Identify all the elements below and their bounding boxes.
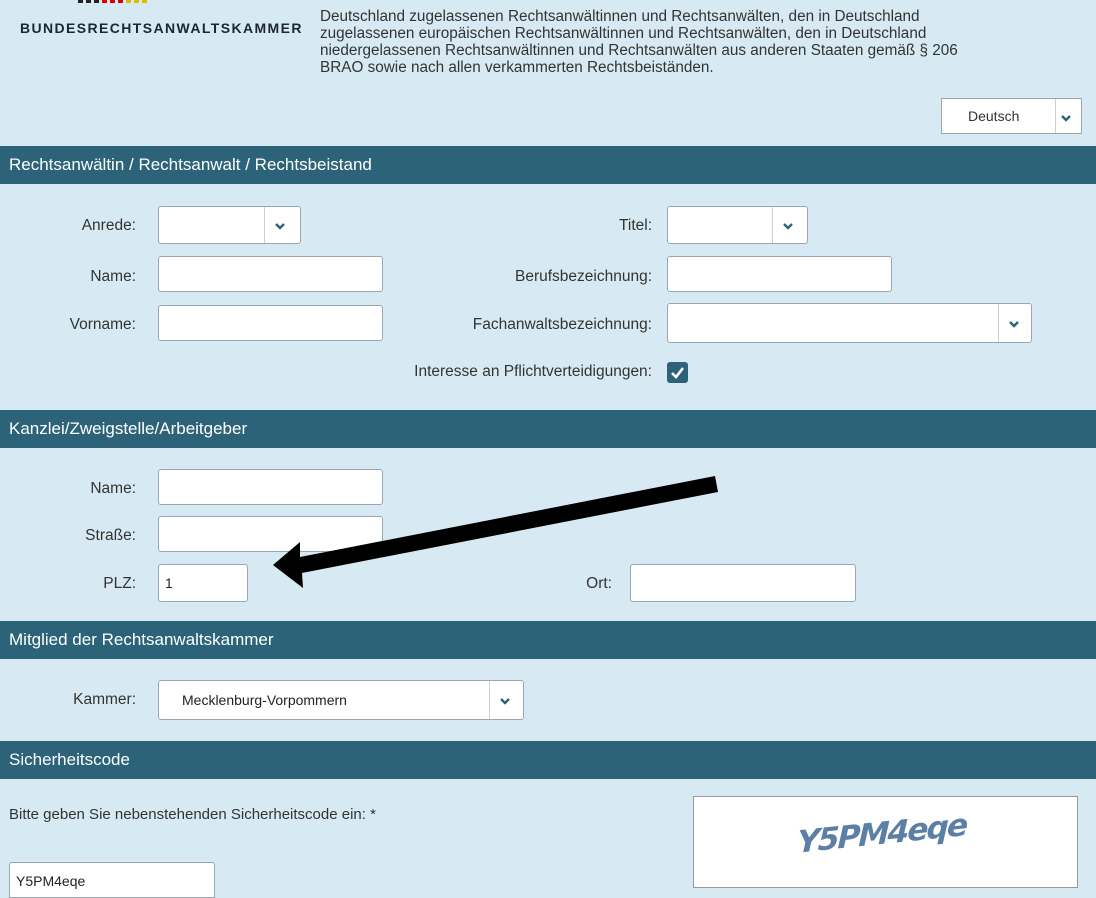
vorname-label: Vorname: — [69, 316, 136, 333]
language-value: Deutsch — [968, 108, 1020, 124]
logo-flag-stripes — [78, 0, 168, 6]
plz-field[interactable]: 1 — [158, 564, 248, 602]
section-header-office: Kanzlei/Zweigstelle/Arbeitgeber — [0, 410, 1096, 448]
language-select[interactable]: Deutsch — [941, 98, 1082, 134]
arrow-icon — [273, 476, 718, 588]
vorname-field[interactable] — [158, 305, 383, 341]
kammer-value: Mecklenburg-Vorpommern — [182, 692, 347, 708]
intro-line: BRAO sowie nach allen verkammerten Recht… — [320, 59, 714, 76]
section-header-person: Rechtsanwältin / Rechtsanwalt / Rechtsbe… — [0, 146, 1096, 184]
security-prompt: Bitte geben Sie nebenstehenden Sicherhei… — [9, 806, 376, 823]
chevron-down-icon — [1061, 115, 1071, 122]
anrede-select[interactable] — [158, 206, 301, 244]
captcha-text: Y5PM4eqe — [796, 807, 967, 861]
intro-line: Deutschland zugelassenen Rechtsanwältinn… — [320, 8, 920, 25]
anrede-label: Anrede: — [81, 217, 136, 234]
chevron-down-icon — [275, 223, 285, 230]
chevron-down-icon — [500, 698, 510, 705]
name-field[interactable] — [158, 256, 383, 292]
checkmark-icon — [671, 367, 685, 379]
chevron-down-icon — [783, 223, 793, 230]
pflicht-label: Interesse an Pflichtverteidigungen: — [414, 363, 652, 380]
plz-label: PLZ: — [103, 575, 136, 592]
pflicht-checkbox[interactable] — [667, 362, 688, 383]
logo: BUNDESRECHTSANWALTSKAMMER — [20, 20, 303, 36]
intro-line: niedergelassenen Rechtsanwältinnen und R… — [320, 42, 958, 59]
titel-select[interactable] — [667, 206, 808, 244]
fachanwalt-label: Fachanwaltsbezeichnung: — [472, 316, 652, 333]
berufsbezeichnung-field[interactable] — [667, 256, 892, 292]
chevron-down-icon — [1009, 321, 1019, 328]
kammer-select[interactable]: Mecklenburg-Vorpommern — [158, 680, 524, 720]
intro-text: Deutschland zugelassenen Rechtsanwältinn… — [320, 8, 1080, 76]
fachanwalt-select[interactable] — [667, 303, 1032, 343]
section-header-security: Sicherheitscode — [0, 741, 1096, 779]
strasse-label: Straße: — [85, 527, 136, 544]
office-name-label: Name: — [90, 480, 136, 497]
kammer-label: Kammer: — [73, 691, 136, 708]
captcha-image: Y5PM4eqe — [693, 796, 1078, 888]
titel-label: Titel: — [618, 217, 652, 234]
berufsbezeichnung-label: Berufsbezeichnung: — [514, 268, 652, 285]
section-header-chamber: Mitglied der Rechtsanwaltskammer — [0, 621, 1096, 659]
name-label: Name: — [90, 268, 136, 285]
intro-line: zugelassenen europäischen Rechtsanwältin… — [320, 25, 927, 42]
security-code-input[interactable]: Y5PM4eqe — [9, 862, 215, 898]
